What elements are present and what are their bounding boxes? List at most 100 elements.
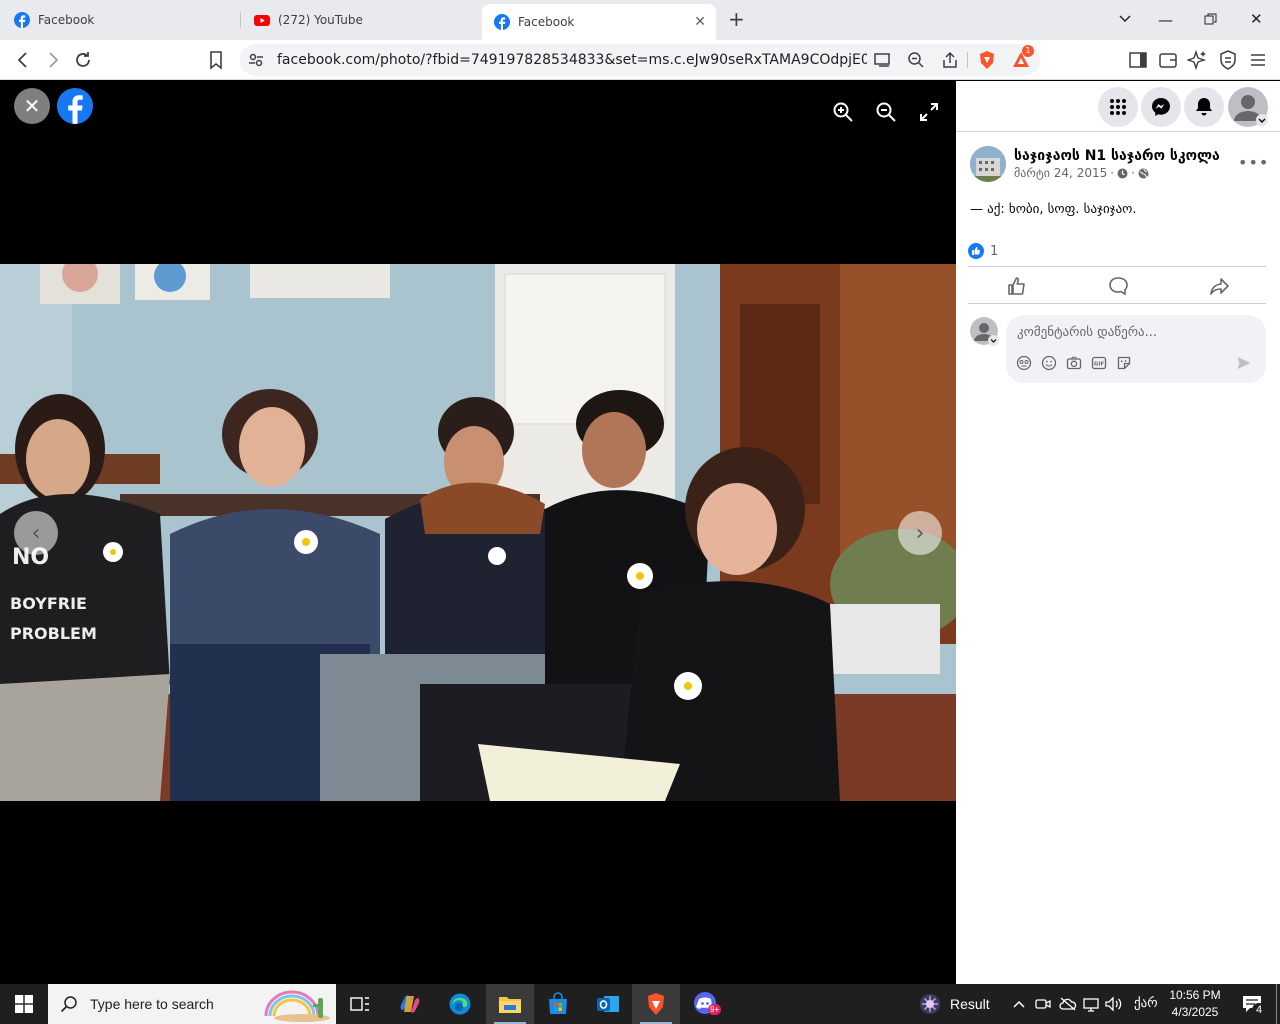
messenger-button[interactable] (1141, 87, 1181, 127)
youtube-icon (254, 15, 270, 26)
clock-icon (1117, 168, 1128, 178)
camera-icon[interactable] (1066, 355, 1082, 371)
onedrive-offline-icon[interactable] (1059, 996, 1077, 1012)
vpn-icon[interactable] (1217, 49, 1239, 71)
fullscreen-icon[interactable] (918, 101, 940, 123)
post-side-panel: საჯიჯაოს N1 საჯარო სკოლა მარტი 24, 2015 … (956, 81, 1280, 984)
more-options-icon[interactable]: ••• (1238, 153, 1269, 172)
edge-app[interactable] (436, 984, 484, 1024)
restore-button[interactable] (1204, 13, 1217, 26)
post-photo[interactable]: NO BOYFRIE PROBLEM (0, 264, 956, 801)
menu-icon[interactable] (1247, 49, 1269, 71)
page-avatar[interactable] (970, 146, 1006, 182)
search-highlight-illustration-icon[interactable] (262, 986, 332, 1022)
bookmark-icon[interactable] (205, 49, 227, 71)
close-viewer-button[interactable]: ✕ (14, 88, 50, 124)
tab-facebook-1[interactable]: Facebook (14, 4, 240, 36)
tab-youtube[interactable]: (272) YouTube (254, 4, 480, 36)
cast-icon[interactable] (872, 50, 892, 70)
facebook-logo-icon[interactable] (57, 88, 93, 124)
start-button[interactable] (0, 984, 48, 1024)
url-text[interactable]: facebook.com/photo/?fbid=749197828534833… (277, 52, 867, 68)
like-reaction-icon (968, 243, 984, 259)
forward-icon[interactable] (42, 49, 64, 71)
like-button[interactable] (1006, 275, 1028, 297)
gif-icon[interactable]: GIF (1091, 355, 1107, 371)
account-chevron-icon[interactable] (1256, 114, 1268, 126)
svg-text:GIF: GIF (1094, 361, 1105, 367)
new-tab-button[interactable]: + (728, 9, 745, 29)
tab-facebook-active[interactable]: Facebook ✕ (482, 4, 716, 40)
header-actions (956, 87, 1280, 137)
notifications-button[interactable] (1184, 87, 1224, 127)
emoji-icon[interactable] (1041, 355, 1057, 371)
reload-icon[interactable] (72, 49, 94, 71)
page-name-link[interactable]: საჯიჯაოს N1 საჯარო სკოლა (1014, 148, 1220, 164)
minimize-button[interactable]: — (1158, 11, 1173, 29)
notification-center-button[interactable]: 4 (1230, 984, 1274, 1024)
volume-icon[interactable] (1105, 996, 1123, 1012)
store-app[interactable] (534, 984, 582, 1024)
post-date-link[interactable]: მარტი 24, 2015 (1014, 166, 1107, 180)
svg-text:BOYFRIE: BOYFRIE (10, 594, 87, 613)
browser-toolbar: facebook.com/photo/?fbid=749197828534833… (0, 40, 1280, 80)
outlook-app[interactable] (584, 984, 632, 1024)
tab-title: Facebook (518, 15, 575, 29)
leo-ai-icon[interactable] (1187, 49, 1209, 71)
zoom-in-icon[interactable] (832, 101, 854, 123)
sticker-icon[interactable] (1116, 355, 1132, 371)
meet-now-icon[interactable] (1035, 996, 1051, 1012)
sidebar-toggle-icon[interactable] (1127, 49, 1149, 71)
previous-photo-button[interactable]: ‹ (14, 511, 58, 555)
menu-grid-button[interactable] (1098, 87, 1138, 127)
send-comment-icon[interactable] (1236, 355, 1252, 371)
system-clock[interactable]: 10:56 PM 4/3/2025 (1164, 987, 1226, 1021)
next-photo-button[interactable]: › (898, 511, 942, 555)
task-view-icon (350, 997, 369, 1011)
wallet-icon[interactable] (1157, 49, 1179, 71)
clock-date: 4/3/2025 (1171, 1005, 1219, 1019)
tab-search-chevron-icon[interactable] (1118, 14, 1132, 24)
comment-composer[interactable]: კომენტარის დაწერა... GIF (1006, 315, 1266, 383)
facebook-icon (494, 14, 510, 30)
zoom-out-icon[interactable] (875, 101, 897, 123)
discord-app[interactable]: 9+ (682, 984, 730, 1024)
copilot-app[interactable] (386, 984, 434, 1024)
avatar-sticker-icon[interactable] (1016, 355, 1032, 371)
show-desktop-button[interactable] (1276, 984, 1277, 1024)
share-icon[interactable] (940, 50, 960, 70)
taskbar-search-box[interactable]: Type here to search (48, 984, 336, 1024)
commenter-chevron-icon[interactable] (988, 335, 999, 346)
actions-divider-top (968, 266, 1266, 267)
comment-button[interactable] (1107, 275, 1129, 297)
close-tab-icon[interactable]: ✕ (694, 14, 706, 30)
grid-icon (1110, 99, 1126, 115)
svg-text:PROBLEM: PROBLEM (10, 624, 97, 643)
comment-input[interactable]: კომენტარის დაწერა... (1017, 325, 1157, 340)
discord-badge: 9+ (708, 1004, 722, 1015)
windows-taskbar: Type here to search 9+ Result ქარ 10:56 … (0, 984, 1280, 1024)
task-view-button[interactable] (336, 984, 384, 1024)
tab-title: Facebook (38, 13, 95, 27)
post-caption: — აქ: ხობი, სოფ. საჯიჯაო. (970, 202, 1137, 217)
bell-icon (1196, 98, 1212, 116)
file-explorer-app[interactable] (486, 984, 534, 1024)
address-bar[interactable]: facebook.com/photo/?fbid=749197828534833… (240, 44, 1040, 76)
site-settings-icon[interactable] (246, 50, 266, 70)
close-window-button[interactable]: ✕ (1250, 10, 1263, 28)
meta-separator: · (1131, 166, 1135, 180)
show-hidden-icons-chevron-icon[interactable] (1012, 998, 1026, 1010)
reactions-summary[interactable]: 1 (968, 243, 998, 259)
brave-shields-icon[interactable] (977, 50, 997, 70)
comment-tools: GIF (1016, 355, 1132, 371)
tab-title: (272) YouTube (278, 13, 363, 27)
keyboard-language[interactable]: ქარ (1134, 995, 1158, 1011)
brave-app[interactable] (632, 984, 680, 1024)
zoom-icon[interactable] (906, 50, 926, 70)
weather-result-icon[interactable] (918, 992, 942, 1016)
globe-icon[interactable] (1138, 168, 1149, 179)
share-button[interactable] (1208, 275, 1230, 297)
weather-label[interactable]: Result (950, 996, 990, 1012)
back-icon[interactable] (12, 49, 34, 71)
network-icon[interactable] (1083, 996, 1099, 1012)
